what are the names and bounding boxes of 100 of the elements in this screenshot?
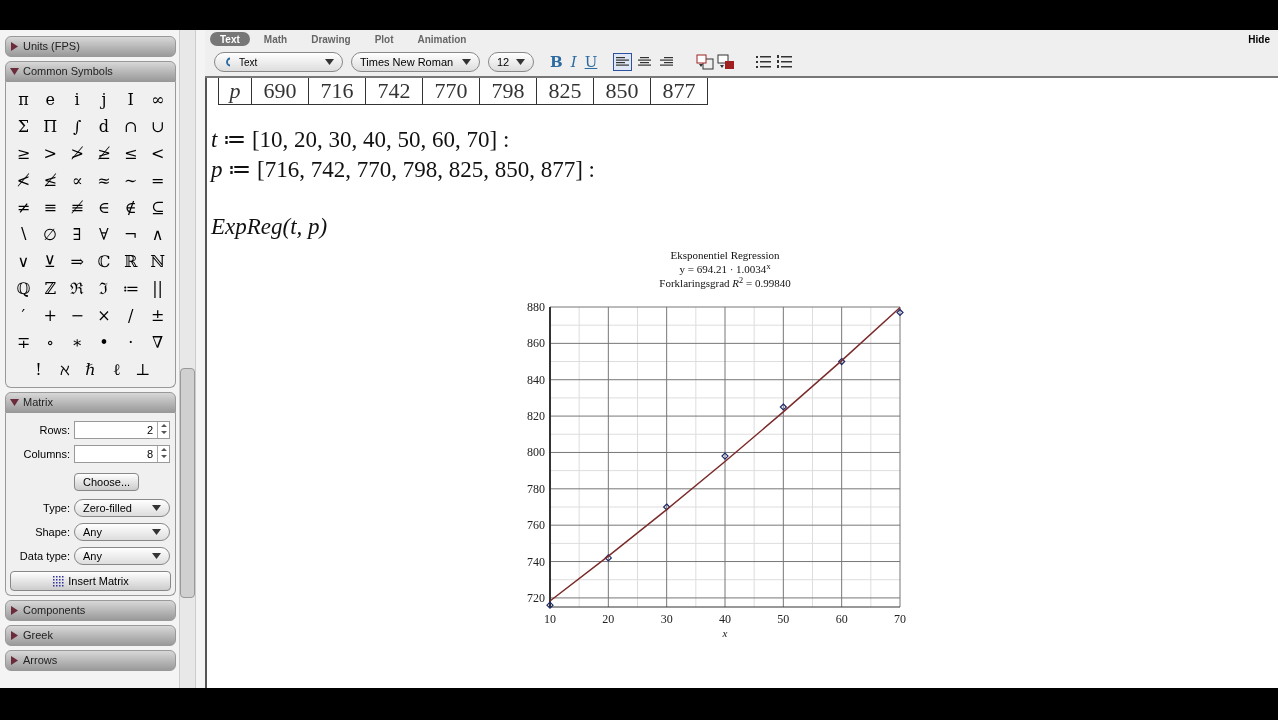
palette-header[interactable]: Greek [5,625,176,646]
italic-button[interactable]: I [570,50,577,74]
symbol-key[interactable]: ℑ [90,275,118,302]
symbol-key[interactable]: ≢ [63,194,91,221]
bullet-list-icon[interactable] [755,54,774,70]
symbol-key[interactable]: i [63,86,91,113]
mode-tab[interactable]: Drawing [301,32,361,46]
symbol-key[interactable]: ∪ [144,113,171,140]
symbol-key[interactable]: ⊥ [134,356,151,383]
choose-button[interactable]: Choose... [74,473,140,491]
symbol-key[interactable]: ¬ [117,221,145,248]
symbol-key[interactable]: ∅ [36,221,64,248]
symbol-key[interactable]: ≠ [10,194,37,221]
math-input[interactable]: ExpReg(t, p) [211,212,1278,242]
symbol-key[interactable]: ≮ [10,167,37,194]
symbol-key[interactable]: • [90,329,118,356]
number-spinner-field[interactable]: 2 [74,421,170,439]
symbol-key[interactable]: < [144,140,171,167]
symbol-key[interactable]: ∩ [117,113,145,140]
symbol-key[interactable]: + [36,302,64,329]
symbol-key[interactable]: ∓ [10,329,37,356]
symbol-key[interactable]: π [10,86,37,113]
symbol-key[interactable]: − [63,302,91,329]
symbol-key[interactable]: ∼ [117,167,145,194]
symbol-key[interactable]: ℜ [63,275,91,302]
symbol-key[interactable]: × [90,302,118,329]
symbol-key[interactable]: ≔ [117,275,145,302]
symbol-key[interactable]: ℚ [10,275,37,302]
symbol-key[interactable]: = [144,167,171,194]
font-dropdown[interactable]: Times New Roman [351,52,480,72]
scrollbar[interactable] [179,30,196,688]
mode-tab[interactable]: Plot [364,32,404,46]
palette-header[interactable]: Arrows [5,650,176,671]
number-spinner-field[interactable]: 8 [74,445,170,463]
symbol-key[interactable]: ∫ [63,113,91,140]
symbol-key[interactable]: ∗ [63,329,91,356]
symbol-key[interactable]: I [117,86,145,113]
symbol-key[interactable]: ℕ [144,248,171,275]
symbol-key[interactable]: ! [30,356,47,383]
palette-header[interactable]: Components [5,600,176,621]
math-input[interactable]: p ≔ [716, 742, 770, 798, 825, 850, 877] : [211,155,1278,185]
symbol-key[interactable]: ≱ [90,140,118,167]
symbol-key[interactable]: ∀ [90,221,118,248]
numbered-list-icon[interactable] [776,54,795,70]
symbol-key[interactable]: Σ [10,113,37,140]
symbol-key[interactable]: ′ [10,302,37,329]
symbol-key[interactable]: ℏ [82,356,99,383]
symbol-key[interactable]: ± [144,302,171,329]
symbol-key[interactable]: ∖ [10,221,37,248]
mode-tab[interactable]: Animation [407,32,477,46]
symbol-key[interactable]: ∈ [90,194,118,221]
symbol-key[interactable]: ∧ [144,221,171,248]
symbol-key[interactable]: ℵ [56,356,73,383]
symbol-key[interactable]: ℂ [90,248,118,275]
underline-button[interactable]: U [584,50,598,74]
symbol-key[interactable]: ∝ [63,167,91,194]
palette-header[interactable]: Common Symbols [5,61,176,82]
symbol-key[interactable]: ⊆ [144,194,171,221]
style-dropdown[interactable]: Text [214,52,343,72]
symbol-key[interactable]: ∨ [10,248,37,275]
text-box-icon[interactable] [696,54,715,70]
shape-dropdown[interactable]: Any [74,523,170,541]
symbol-key[interactable]: ≈ [90,167,118,194]
symbol-key[interactable]: ≤ [117,140,145,167]
palette-header[interactable]: Matrix [5,392,176,413]
data-type-dropdown[interactable]: Any [74,547,170,565]
align-left-button[interactable] [613,53,633,71]
symbol-key[interactable]: ≡ [36,194,64,221]
hide-button[interactable]: Hide [1248,31,1270,47]
symbol-key[interactable]: ℤ [36,275,64,302]
symbol-key[interactable]: · [117,329,145,356]
symbol-key[interactable]: || [144,275,171,302]
palette-header[interactable]: Units (FPS) [5,36,176,57]
symbol-key[interactable]: ∞ [144,86,171,113]
mode-tab[interactable]: Text [210,32,250,46]
type-dropdown[interactable]: Zero-filled [74,499,170,517]
symbol-key[interactable]: ℓ [108,356,125,383]
symbol-key[interactable]: Π [36,113,64,140]
symbol-key[interactable]: ∇ [144,329,171,356]
symbol-key[interactable]: ∘ [36,329,64,356]
symbol-key[interactable]: ⊻ [36,248,64,275]
symbol-key[interactable]: ≰ [36,167,64,194]
symbol-key[interactable]: ∃ [63,221,91,248]
symbol-key[interactable]: ≥ [10,140,37,167]
mode-tab[interactable]: Math [253,32,298,46]
symbol-key[interactable]: ℝ [117,248,145,275]
symbol-key[interactable]: ⇒ [63,248,91,275]
symbol-key[interactable]: j [90,86,118,113]
math-input[interactable]: t ≔ [10, 20, 30, 40, 50, 60, 70] : [211,125,1278,155]
symbol-key[interactable]: d [90,113,118,140]
insert-matrix-button[interactable]: Insert Matrix [10,571,171,591]
symbol-key[interactable]: ∉ [117,194,145,221]
bold-button[interactable]: B [550,50,563,74]
scroll-thumb[interactable] [180,368,195,598]
boxes-icon[interactable] [717,54,736,70]
symbol-key[interactable]: / [117,302,145,329]
symbol-key[interactable]: ≯ [63,140,91,167]
symbol-key[interactable]: > [36,140,64,167]
symbol-key[interactable]: e [36,86,64,113]
font-size-dropdown[interactable]: 12 [488,52,534,72]
